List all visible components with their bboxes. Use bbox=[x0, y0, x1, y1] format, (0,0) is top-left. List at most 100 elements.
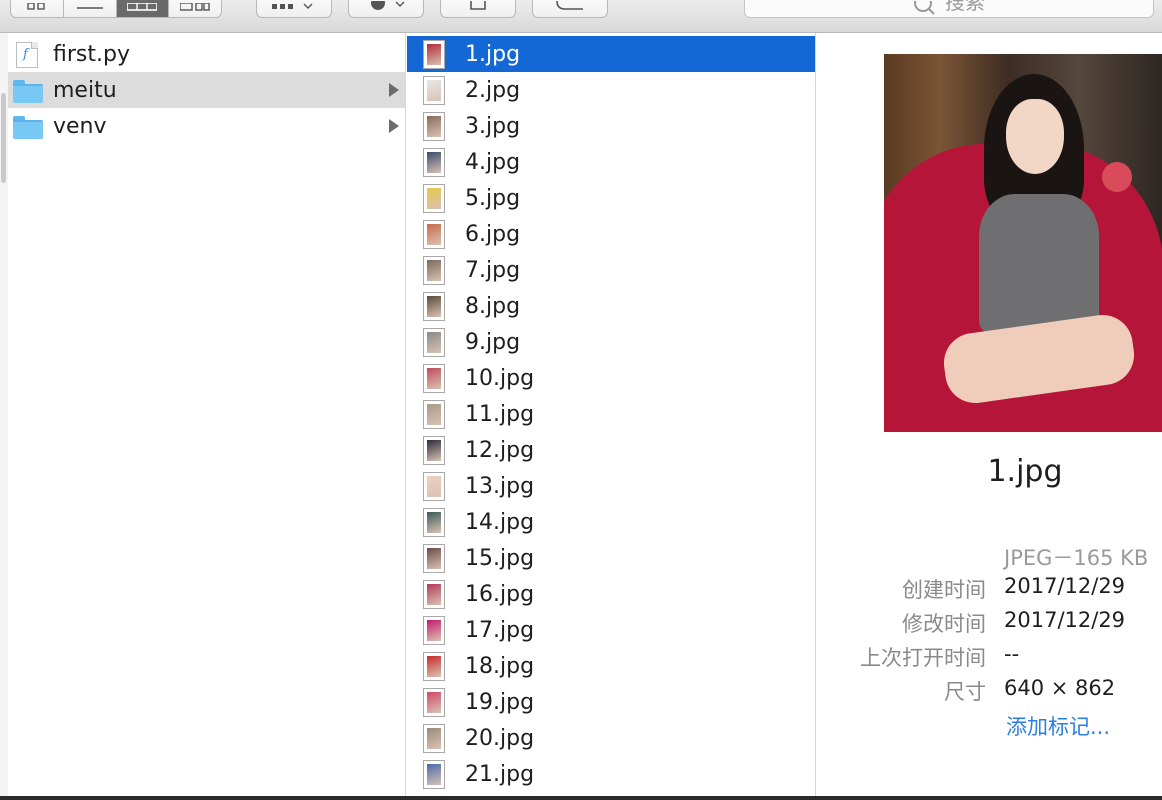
file-item-5-jpg[interactable]: 5.jpg bbox=[407, 180, 815, 216]
file-item-11-jpg[interactable]: 11.jpg bbox=[407, 396, 815, 432]
file-name: 13.jpg bbox=[465, 473, 535, 499]
file-item-8-jpg[interactable]: 8.jpg bbox=[407, 288, 815, 324]
info-created: 创建时间 2017/12/29 bbox=[820, 574, 1162, 604]
image-thumbnail-icon bbox=[423, 507, 445, 537]
folder-icon bbox=[11, 112, 45, 140]
image-thumbnail-icon bbox=[423, 543, 445, 573]
cover-flow-view-button[interactable] bbox=[169, 0, 221, 17]
image-thumbnail-icon bbox=[423, 471, 445, 501]
image-thumbnail-icon bbox=[423, 579, 445, 609]
search-icon bbox=[914, 1, 935, 15]
thumbnail-picture bbox=[427, 583, 441, 605]
file-item-1-jpg[interactable]: 1.jpg bbox=[407, 36, 815, 72]
file-item-15-jpg[interactable]: 15.jpg bbox=[407, 540, 815, 576]
info-modified-label: 修改时间 bbox=[902, 612, 986, 636]
add-tags-link[interactable]: 添加标记... bbox=[1006, 711, 1110, 741]
sidebar-item-meitu[interactable]: meitu bbox=[8, 72, 405, 108]
thumbnail-picture bbox=[427, 223, 441, 245]
image-thumbnail-icon bbox=[423, 399, 445, 429]
item-name: first.py bbox=[53, 41, 130, 67]
file-item-12-jpg[interactable]: 12.jpg bbox=[407, 432, 815, 468]
column-parent-folder bbox=[0, 33, 406, 800]
file-name: 20.jpg bbox=[465, 725, 535, 751]
disclosure-arrow-icon bbox=[389, 83, 399, 97]
action-button[interactable] bbox=[348, 0, 424, 18]
file-item-9-jpg[interactable]: 9.jpg bbox=[407, 324, 815, 360]
item-name: meitu bbox=[53, 77, 117, 103]
file-item-14-jpg[interactable]: 14.jpg bbox=[407, 504, 815, 540]
preview-photo-apple bbox=[1102, 162, 1132, 192]
image-thumbnail-icon bbox=[423, 363, 445, 393]
thumbnail-picture bbox=[427, 547, 441, 569]
view-mode-segmented-control[interactable] bbox=[10, 0, 222, 18]
image-thumbnail-icon bbox=[423, 759, 445, 789]
preview-photo-torso bbox=[979, 194, 1099, 334]
thumbnail-picture bbox=[427, 331, 441, 353]
file-name: 12.jpg bbox=[465, 437, 535, 463]
bottom-edge bbox=[0, 796, 1162, 800]
file-item-3-jpg[interactable]: 3.jpg bbox=[407, 108, 815, 144]
info-created-label: 创建时间 bbox=[902, 578, 986, 602]
file-item-21-jpg[interactable]: 21.jpg bbox=[407, 756, 815, 792]
disclosure-arrow-icon bbox=[389, 119, 399, 133]
file-item-17-jpg[interactable]: 17.jpg bbox=[407, 612, 815, 648]
info-dimensions: 尺寸 640 × 862 bbox=[820, 676, 1162, 706]
item-name: venv bbox=[53, 113, 107, 139]
image-thumbnail-icon bbox=[423, 687, 445, 717]
file-item-10-jpg[interactable]: 10.jpg bbox=[407, 360, 815, 396]
file-item-19-jpg[interactable]: 19.jpg bbox=[407, 684, 815, 720]
list-view-button[interactable] bbox=[64, 0, 117, 17]
file-item-7-jpg[interactable]: 7.jpg bbox=[407, 252, 815, 288]
search-field[interactable]: 搜索 bbox=[744, 0, 1154, 18]
icon-view-button[interactable] bbox=[11, 0, 64, 17]
columns-icon bbox=[127, 3, 158, 11]
file-item-4-jpg[interactable]: 4.jpg bbox=[407, 144, 815, 180]
file-name: 7.jpg bbox=[465, 257, 521, 283]
file-item-20-jpg[interactable]: 20.jpg bbox=[407, 720, 815, 756]
file-name: 5.jpg bbox=[465, 185, 521, 211]
cover-flow-icon bbox=[180, 3, 210, 11]
file-name: 3.jpg bbox=[465, 113, 521, 139]
image-thumbnail-icon bbox=[423, 75, 445, 105]
file-name: 16.jpg bbox=[465, 581, 535, 607]
file-name: 19.jpg bbox=[465, 689, 535, 715]
file-name: 11.jpg bbox=[465, 401, 535, 427]
thumbnail-picture bbox=[427, 727, 441, 749]
file-name: 17.jpg bbox=[465, 617, 535, 643]
file-name: 10.jpg bbox=[465, 365, 535, 391]
info-modified: 修改时间 2017/12/29 bbox=[820, 608, 1162, 638]
image-thumbnail-icon bbox=[423, 327, 445, 357]
file-item-18-jpg[interactable]: 18.jpg bbox=[407, 648, 815, 684]
thumbnail-picture bbox=[427, 763, 441, 785]
file-item-2-jpg[interactable]: 2.jpg bbox=[407, 72, 815, 108]
file-name: 4.jpg bbox=[465, 149, 521, 175]
thumbnail-picture bbox=[427, 115, 441, 137]
tag-icon bbox=[556, 1, 583, 10]
tags-button[interactable] bbox=[532, 0, 608, 18]
python-file-icon: 𝑓 bbox=[11, 40, 45, 68]
file-item-13-jpg[interactable]: 13.jpg bbox=[407, 468, 815, 504]
thumbnail-picture bbox=[427, 439, 441, 461]
image-thumbnail-icon bbox=[423, 615, 445, 645]
arrange-button[interactable] bbox=[256, 0, 332, 18]
file-name: 18.jpg bbox=[465, 653, 535, 679]
file-item-16-jpg[interactable]: 16.jpg bbox=[407, 576, 815, 612]
file-name: 9.jpg bbox=[465, 329, 521, 355]
file-name: 21.jpg bbox=[465, 761, 535, 787]
thumbnail-picture bbox=[427, 403, 441, 425]
thumbnail-picture bbox=[427, 43, 441, 65]
info-last-opened: 上次打开时间 -- bbox=[820, 642, 1162, 672]
file-item-6-jpg[interactable]: 6.jpg bbox=[407, 216, 815, 252]
thumbnail-picture bbox=[427, 187, 441, 209]
share-icon bbox=[470, 1, 486, 10]
sidebar-item-venv[interactable]: venv bbox=[8, 108, 405, 144]
thumbnail-picture bbox=[427, 79, 441, 101]
column-view-button[interactable] bbox=[116, 0, 170, 17]
preview-filename: 1.jpg bbox=[987, 454, 1063, 489]
sidebar-item-first-py[interactable]: 𝑓 first.py bbox=[8, 36, 405, 72]
file-name: 1.jpg bbox=[465, 41, 521, 67]
share-button[interactable] bbox=[440, 0, 516, 18]
folder-icon bbox=[11, 76, 45, 104]
image-thumbnail-icon bbox=[423, 183, 445, 213]
thumbnail-picture bbox=[427, 295, 441, 317]
